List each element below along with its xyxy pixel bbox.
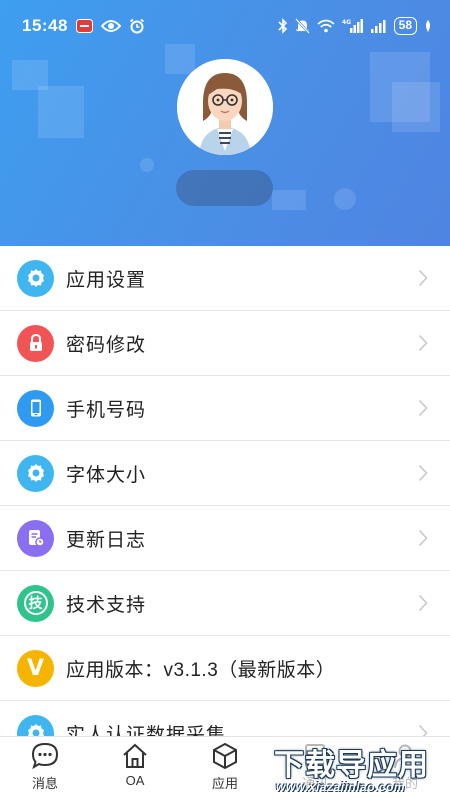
- menu-item-label: 技术支持: [66, 594, 147, 616]
- version-badge: V: [26, 655, 45, 681]
- bottom-tab-bar: 消息 OA 应用 通讯 我的: [0, 736, 450, 800]
- chat-bubble-icon: [31, 742, 59, 770]
- chevron-right-icon: [418, 594, 428, 612]
- support-badge: 技: [23, 591, 48, 615]
- chevron-right-icon: [418, 399, 428, 417]
- menu-item-app-settings[interactable]: 应用设置: [0, 246, 450, 311]
- menu-item-update-log[interactable]: 更新日志: [0, 506, 450, 571]
- gear-icon: [17, 259, 54, 297]
- tab-apps[interactable]: 应用: [180, 737, 270, 800]
- username-placeholder: [176, 170, 273, 206]
- chevron-right-icon: [418, 334, 428, 352]
- menu-item-font-size[interactable]: 字体大小: [0, 441, 450, 506]
- alarm-icon: [129, 18, 145, 34]
- bluetooth-icon: [278, 18, 288, 34]
- cube-icon: [213, 742, 237, 770]
- menu-item-label: 应用设置: [66, 269, 147, 291]
- settings-menu: 应用设置 密码修改 手机号码 字体大小 更新日志 技 技术支持 V 应用版本：v…: [0, 246, 450, 736]
- header-decoration: [272, 190, 306, 210]
- avatar[interactable]: [177, 59, 273, 155]
- header-decoration: [334, 188, 356, 210]
- menu-item-label: 实人认证数据采集: [66, 724, 227, 737]
- menu-item-tech-support[interactable]: 技 技术支持: [0, 571, 450, 636]
- battery-level: 58: [393, 17, 417, 35]
- status-time: 15:48: [22, 16, 68, 35]
- cellular-4g-icon: 4G: [342, 18, 364, 34]
- header-decoration: [38, 86, 84, 138]
- female-avatar-icon: [177, 59, 273, 155]
- tab-mine[interactable]: 我的: [360, 737, 450, 800]
- version-icon: V: [17, 649, 54, 687]
- tab-label: 消息: [31, 776, 58, 791]
- tab-label: 应用: [211, 776, 238, 791]
- mute-bell-icon: [294, 18, 310, 34]
- signal-icon: [370, 19, 387, 33]
- menu-item-label: 字体大小: [66, 464, 147, 486]
- menu-item-label: 应用版本：v3.1.3（最新版本）: [66, 659, 336, 681]
- menu-item-label: 更新日志: [66, 529, 147, 551]
- tab-messages[interactable]: 消息: [0, 737, 90, 800]
- tab-oa[interactable]: OA: [90, 737, 180, 800]
- tab-label: 通讯: [301, 776, 328, 791]
- eye-icon: [100, 19, 121, 33]
- signal-type-label: 4G: [342, 19, 351, 26]
- tab-contacts[interactable]: 通讯: [270, 737, 360, 800]
- charging-leaf-icon: [424, 19, 432, 33]
- menu-item-phone-number[interactable]: 手机号码: [0, 376, 450, 441]
- chevron-right-icon: [418, 464, 428, 482]
- header-decoration: [392, 82, 440, 132]
- menu-item-label: 密码修改: [66, 334, 147, 356]
- gear-icon: [17, 714, 54, 736]
- log-icon: [17, 519, 54, 557]
- lock-icon: [17, 324, 54, 362]
- contacts-icon: [305, 744, 325, 768]
- menu-item-change-password[interactable]: 密码修改: [0, 311, 450, 376]
- tab-label: 我的: [391, 776, 418, 791]
- support-icon: 技: [17, 584, 54, 622]
- header-decoration: [140, 158, 154, 172]
- tab-label: OA: [125, 773, 145, 788]
- chevron-right-icon: [418, 529, 428, 547]
- phone-icon: [17, 389, 54, 427]
- chevron-right-icon: [418, 724, 428, 736]
- menu-item-app-version[interactable]: V 应用版本：v3.1.3（最新版本）: [0, 636, 450, 701]
- gear-icon: [17, 454, 54, 492]
- chevron-right-icon: [418, 269, 428, 287]
- status-bar: 15:48 4G 58: [0, 0, 450, 52]
- menu-item-identity-data[interactable]: 实人认证数据采集: [0, 701, 450, 736]
- wifi-icon: [317, 19, 335, 33]
- home-icon: [123, 743, 147, 768]
- menu-item-label: 手机号码: [66, 399, 147, 421]
- user-icon: [394, 744, 416, 769]
- profile-header: 15:48 4G 58: [0, 0, 450, 246]
- app-notification-icon: [75, 19, 93, 33]
